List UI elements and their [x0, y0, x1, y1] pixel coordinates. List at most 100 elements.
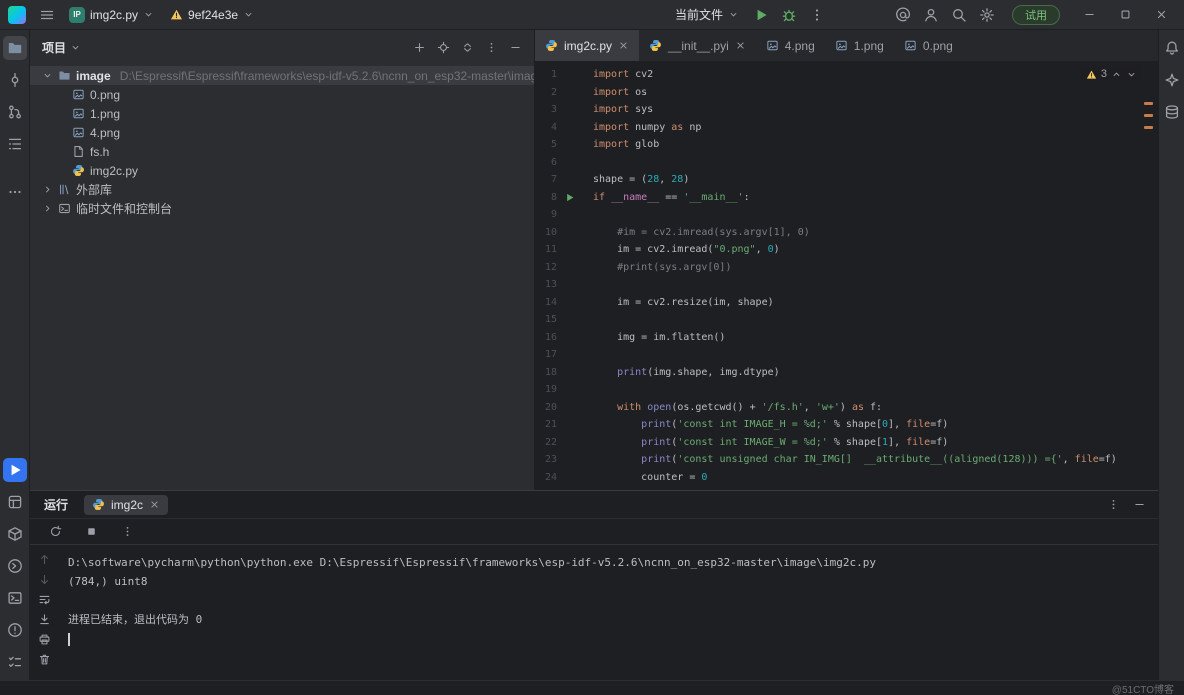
chevron-down-icon[interactable]: [1126, 69, 1137, 80]
tree-item-fs.h[interactable]: fs.h: [30, 142, 534, 161]
python-console-tool-button[interactable]: [3, 554, 27, 578]
tree-item-image[interactable]: imageD:\Espressif\Espressif\frameworks\e…: [30, 66, 534, 85]
pull-requests-tool-button[interactable]: [3, 100, 27, 124]
python-packages-tool-button[interactable]: [3, 522, 27, 546]
code-line: 7shape = (28, 28): [535, 171, 1146, 189]
run-button[interactable]: [748, 2, 774, 28]
line-number: 19: [535, 381, 557, 399]
database-icon: [1164, 104, 1180, 120]
rerun-icon: [49, 525, 62, 538]
scroll-to-end-icon[interactable]: [38, 613, 51, 626]
debug-button[interactable]: [776, 2, 802, 28]
collaborate-button[interactable]: [918, 2, 944, 28]
hide-icon: [1133, 498, 1146, 511]
scrollbar-warning-mark[interactable]: [1144, 126, 1153, 129]
window-maximize-button[interactable]: [1108, 0, 1142, 30]
todo-tool-button[interactable]: [3, 650, 27, 674]
locate-file-button[interactable]: [432, 36, 454, 58]
collapse-all-button[interactable]: [456, 36, 478, 58]
project-panel: 项目 imageD:\Espressif\Espressif\framework…: [30, 30, 535, 490]
tree-item-0.png[interactable]: 0.png: [30, 85, 534, 104]
kebab-icon: [1107, 498, 1120, 511]
run-panel-options-button[interactable]: [1102, 494, 1124, 516]
run-toolbar: [30, 519, 1158, 545]
scrollbar-warning-mark[interactable]: [1144, 102, 1153, 105]
code-area[interactable]: 1import cv22import os3import sys4import …: [535, 62, 1146, 490]
notifications-tool-button[interactable]: [1160, 36, 1184, 60]
chevron-down-icon[interactable]: [70, 42, 81, 53]
commit-tool-button[interactable]: [3, 68, 27, 92]
terminal-tool-button[interactable]: [3, 586, 27, 610]
tree-item-临时文件和控制台[interactable]: 临时文件和控制台: [30, 199, 534, 218]
editor-tab-4.png[interactable]: 4.png: [756, 30, 825, 61]
main-menu-button[interactable]: [34, 2, 60, 28]
chevron-up-icon[interactable]: [1111, 69, 1122, 80]
plus-icon: [413, 41, 426, 54]
tree-item-label: 1.png: [90, 107, 120, 121]
run-line-icon[interactable]: [564, 192, 575, 203]
database-tool-button[interactable]: [1160, 100, 1184, 124]
editor-tab-1.png[interactable]: 1.png: [825, 30, 894, 61]
tree-item-4.png[interactable]: 4.png: [30, 123, 534, 142]
tree-item-外部库[interactable]: 外部库: [30, 180, 534, 199]
editor-tab-0.png[interactable]: 0.png: [894, 30, 963, 61]
project-tool-button[interactable]: [3, 36, 27, 60]
more-icon: [7, 184, 23, 200]
ai-assistant-tool-button[interactable]: [1160, 68, 1184, 92]
search-everywhere-button[interactable]: [946, 2, 972, 28]
editor-tab-img2c.py[interactable]: img2c.py: [535, 30, 639, 61]
run-panel-header: 运行 img2c: [30, 491, 1158, 519]
code-with-me-button[interactable]: [890, 2, 916, 28]
project-tree[interactable]: imageD:\Espressif\Espressif\frameworks\e…: [30, 64, 534, 490]
run-tool-button[interactable]: [3, 458, 27, 482]
code-line: 11 im = cv2.imread("0.png", 0): [535, 241, 1146, 259]
structure-tool-button[interactable]: [3, 132, 27, 156]
scrollbar-warning-mark[interactable]: [1144, 114, 1153, 117]
run-config-selector[interactable]: 当前文件: [668, 3, 746, 26]
console-output[interactable]: D:\software\pycharm\python\python.exe D:…: [58, 545, 1158, 680]
run-tab-img2c[interactable]: img2c: [84, 495, 168, 515]
problems-tool-button[interactable]: [3, 618, 27, 642]
kebab-icon: [485, 41, 498, 54]
line-number: 5: [535, 136, 557, 154]
stop-button[interactable]: [80, 521, 102, 543]
tree-item-label: fs.h: [90, 145, 109, 159]
inspections-widget[interactable]: 3: [1081, 67, 1142, 81]
run-more-button[interactable]: [804, 2, 830, 28]
services-tool-button[interactable]: [3, 490, 27, 514]
window-close-button[interactable]: [1144, 0, 1178, 30]
tab-close-icon[interactable]: [735, 40, 746, 51]
hide-panel-button[interactable]: [504, 36, 526, 58]
project-widget[interactable]: IP img2c.py: [62, 4, 161, 26]
tree-item-1.png[interactable]: 1.png: [30, 104, 534, 123]
editor-tab-__init__.pyi[interactable]: __init__.pyi: [639, 30, 756, 61]
scroll-up-icon[interactable]: [38, 553, 51, 566]
at-icon: [895, 7, 911, 23]
soft-wrap-icon[interactable]: [38, 593, 51, 606]
problems-icon: [7, 622, 23, 638]
settings-button[interactable]: [974, 2, 1000, 28]
clear-console-icon[interactable]: [38, 653, 51, 666]
tab-close-icon[interactable]: [618, 40, 629, 51]
panel-options-button[interactable]: [480, 36, 502, 58]
chevron-right-icon: [42, 203, 53, 214]
pull-requests-icon: [7, 104, 23, 120]
vcs-widget[interactable]: 9ef24e3e: [163, 5, 261, 25]
chevron-right-icon: [42, 184, 53, 195]
code-line: 6: [535, 154, 1146, 172]
tree-item-img2c.py[interactable]: img2c.py: [30, 161, 534, 180]
gutter: [557, 189, 593, 207]
more-tool-windows-button[interactable]: [3, 180, 27, 204]
window-minimize-button[interactable]: [1072, 0, 1106, 30]
rerun-button[interactable]: [44, 521, 66, 543]
code-text: import cv2: [593, 66, 653, 84]
editor-tab-bar: img2c.py__init__.pyi4.png1.png0.png: [535, 30, 1158, 62]
scroll-down-icon[interactable]: [38, 573, 51, 586]
trial-button[interactable]: 试用: [1012, 5, 1060, 25]
run-toolbar-more-button[interactable]: [116, 521, 138, 543]
add-button[interactable]: [408, 36, 430, 58]
project-panel-header: 项目: [30, 30, 534, 64]
tab-close-icon[interactable]: [149, 499, 160, 510]
hide-run-panel-button[interactable]: [1128, 494, 1150, 516]
print-icon[interactable]: [38, 633, 51, 646]
